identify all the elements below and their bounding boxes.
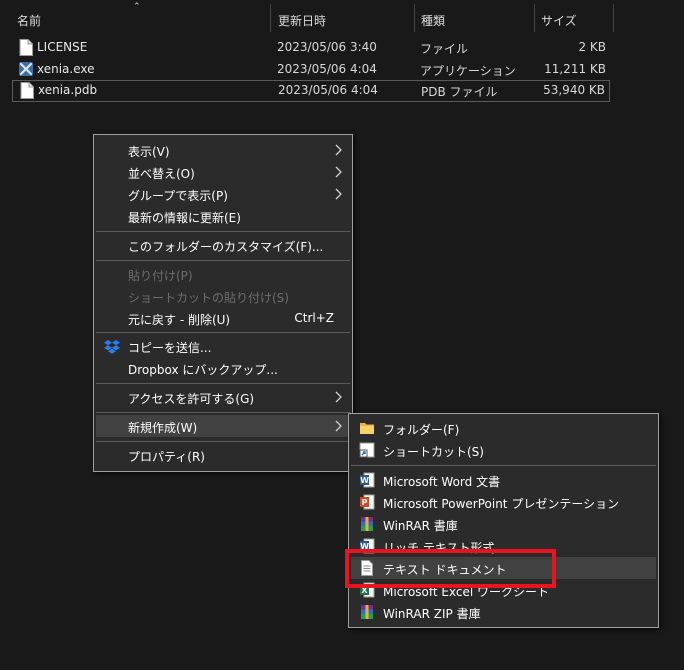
submenu-item-folder[interactable]: フォルダー(F): [351, 417, 656, 439]
menu-separator: [96, 383, 350, 384]
file-type: アプリケーション: [420, 64, 516, 78]
new-submenu: フォルダー(F) ショートカット(S) W Microsoft Word 文書: [348, 413, 659, 628]
menu-separator: [96, 412, 350, 413]
word-doc-icon: W: [360, 472, 375, 488]
column-divider[interactable]: [414, 4, 415, 32]
svg-text:P: P: [362, 498, 368, 507]
file-date: 2023/05/06 4:04: [277, 62, 377, 76]
menu-item-copy-to[interactable]: コピーを送信...: [96, 335, 350, 357]
submenu-item-shortcut[interactable]: ショートカット(S): [351, 439, 656, 461]
menu-item-label: 並べ替え(O): [128, 167, 195, 181]
file-date: 2023/05/06 3:40: [277, 40, 377, 54]
menu-item-label: ショートカットの貼り付け(S): [128, 291, 289, 305]
column-date-header[interactable]: 更新日時: [278, 12, 326, 29]
file-name: LICENSE: [37, 40, 88, 54]
document-icon: [19, 39, 33, 56]
menu-item-label: 最新の情報に更新(E): [128, 211, 241, 225]
menu-item-refresh[interactable]: 最新の情報に更新(E): [96, 205, 350, 227]
chevron-right-icon: [335, 166, 342, 178]
sort-ascending-icon: ⌃: [133, 2, 141, 12]
file-size: 11,211 KB: [544, 62, 606, 76]
menu-separator: [96, 441, 350, 442]
menu-separator: [96, 332, 350, 333]
file-name: xenia.pdb: [38, 83, 98, 97]
column-divider[interactable]: [613, 4, 614, 32]
chevron-right-icon: [335, 391, 342, 403]
file-name: xenia.exe: [37, 62, 95, 76]
column-header-bar: 名前 ⌃ 更新日時 種類 サイズ: [0, 0, 684, 38]
menu-item-give-access[interactable]: アクセスを許可する(G): [96, 386, 350, 408]
menu-item-paste: 貼り付け(P): [96, 263, 350, 285]
menu-item-label: 貼り付け(P): [128, 269, 193, 283]
document-icon: [20, 82, 34, 99]
menu-item-label: プロパティ(R): [128, 450, 205, 464]
submenu-item-label: ショートカット(S): [383, 445, 484, 459]
submenu-item-label: Microsoft Word 文書: [383, 475, 501, 489]
submenu-item-powerpoint[interactable]: P Microsoft PowerPoint プレゼンテーション: [351, 491, 656, 513]
file-date: 2023/05/06 4:04: [278, 83, 378, 97]
menu-item-label: Dropbox にバックアップ...: [128, 363, 278, 377]
red-annotation-box: [345, 549, 556, 588]
submenu-item-label: WinRAR ZIP 書庫: [383, 607, 481, 621]
dropbox-icon: [104, 340, 120, 354]
file-size: 53,940 KB: [543, 83, 605, 97]
column-divider[interactable]: [534, 4, 535, 32]
file-type: PDB ファイル: [421, 85, 498, 99]
submenu-item-winrar-zip[interactable]: WinRAR ZIP 書庫: [351, 601, 656, 623]
shortcut-icon: [359, 442, 375, 458]
menu-item-view[interactable]: 表示(V): [96, 139, 350, 161]
powerpoint-icon: P: [360, 494, 375, 510]
submenu-item-label: WinRAR 書庫: [383, 519, 458, 533]
column-name-header[interactable]: 名前: [17, 12, 41, 29]
menu-separator: [351, 465, 656, 466]
column-divider[interactable]: [270, 4, 271, 32]
menu-item-label: アクセスを許可する(G): [128, 392, 255, 406]
menu-separator: [96, 231, 350, 232]
context-menu: 表示(V) 並べ替え(O) グループで表示(P) 最新の情報に更新(E) このフ…: [93, 134, 353, 472]
file-row[interactable]: LICENSE 2023/05/06 3:40 ファイル 2 KB: [12, 37, 610, 59]
menu-item-shortcut: Ctrl+Z: [294, 311, 334, 325]
chevron-right-icon: [335, 188, 342, 200]
column-type-header[interactable]: 種類: [421, 12, 445, 29]
menu-item-paste-shortcut: ショートカットの貼り付け(S): [96, 285, 350, 307]
submenu-item-word[interactable]: W Microsoft Word 文書: [351, 469, 656, 491]
menu-item-label: 元に戻す - 削除(U): [128, 313, 231, 327]
menu-item-label: 表示(V): [128, 145, 170, 159]
file-row[interactable]: xenia.exe 2023/05/06 4:04 アプリケーション 11,21…: [12, 59, 610, 81]
file-explorer-view: 名前 ⌃ 更新日時 種類 サイズ LICENSE 2023/05/06 3:40…: [0, 0, 684, 670]
menu-item-group[interactable]: グループで表示(P): [96, 183, 350, 205]
menu-item-sort[interactable]: 並べ替え(O): [96, 161, 350, 183]
menu-item-label: グループで表示(P): [128, 189, 228, 203]
xenia-app-icon: [19, 62, 33, 76]
menu-item-label: このフォルダーのカスタマイズ(F)...: [128, 240, 324, 254]
chevron-right-icon: [335, 144, 342, 156]
menu-item-label: コピーを送信...: [128, 341, 212, 355]
menu-item-label: 新規作成(W): [128, 421, 198, 435]
menu-item-customize[interactable]: このフォルダーのカスタマイズ(F)...: [96, 234, 350, 256]
menu-item-new[interactable]: 新規作成(W): [96, 415, 350, 437]
folder-icon: [360, 423, 374, 434]
file-row-selected[interactable]: xenia.pdb 2023/05/06 4:04 PDB ファイル 53,94…: [12, 80, 610, 102]
chevron-right-icon: [335, 420, 342, 432]
menu-item-dropbox-backup[interactable]: Dropbox にバックアップ...: [96, 357, 350, 379]
file-type: ファイル: [420, 42, 469, 56]
column-size-header[interactable]: サイズ: [541, 12, 577, 29]
submenu-item-winrar[interactable]: WinRAR 書庫: [351, 513, 656, 535]
file-size: 2 KB: [578, 40, 606, 54]
winrar-archive-icon: [361, 517, 373, 531]
svg-text:W: W: [360, 476, 369, 485]
menu-item-properties[interactable]: プロパティ(R): [96, 444, 350, 466]
menu-item-undo[interactable]: 元に戻す - 削除(U) Ctrl+Z: [96, 307, 350, 329]
menu-separator: [96, 260, 350, 261]
submenu-item-label: フォルダー(F): [383, 423, 460, 437]
submenu-item-label: Microsoft PowerPoint プレゼンテーション: [383, 497, 620, 511]
winrar-zip-icon: [361, 605, 373, 619]
